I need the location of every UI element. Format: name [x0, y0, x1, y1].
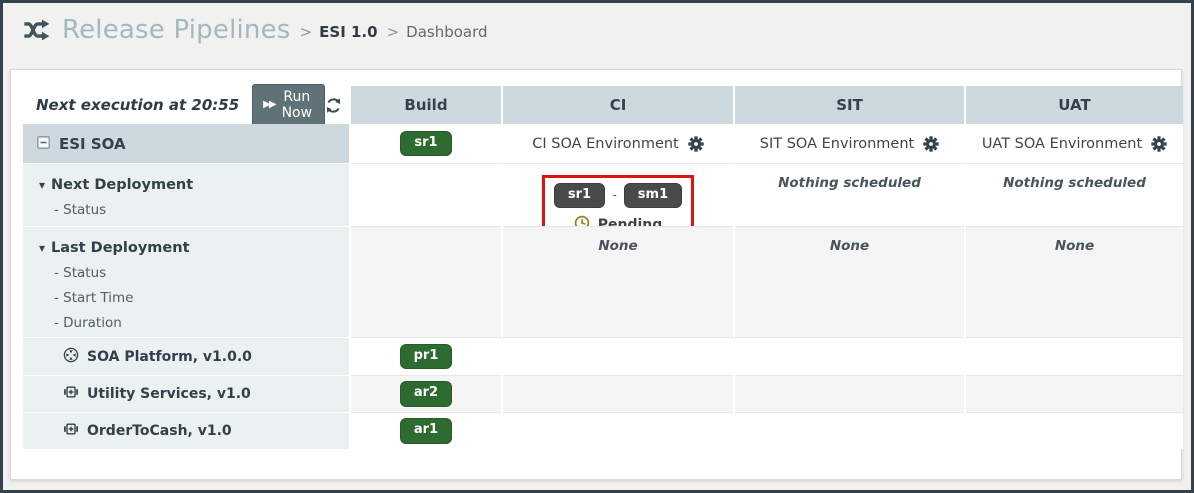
dashboard-card: Next execution at 20:55 ▶▶ Run Now Build… [10, 69, 1182, 480]
next-deployment-row-header: ▾ Next Deployment - Status [23, 163, 349, 226]
empty-cell [503, 412, 733, 449]
artifact-build-cell: ar1 [351, 412, 501, 449]
sub-label-status: - Status [39, 261, 349, 286]
empty-cell [966, 337, 1183, 375]
environment-cell-sit: SIT SOA Environment [735, 124, 964, 163]
sub-label-duration: - Duration [39, 311, 349, 336]
fast-forward-icon: ▶▶ [263, 100, 274, 110]
artifact-row-ordertocash[interactable]: OrderToCash, v1.0 [23, 412, 349, 449]
application-icon [63, 421, 79, 441]
caret-down-icon[interactable]: ▾ [39, 172, 45, 198]
app-header: Release Pipelines > ESI 1.0 > Dashboard [3, 3, 1191, 57]
breadcrumb-separator: > [387, 23, 400, 41]
tag-separator: - [612, 188, 617, 203]
nothing-scheduled-text: Nothing scheduled [778, 175, 921, 191]
release-tag-badge[interactable]: sr1 [400, 131, 451, 156]
run-now-label: Run Now [282, 89, 313, 121]
environment-name: CI SOA Environment [532, 136, 679, 152]
run-now-button[interactable]: ▶▶ Run Now [252, 84, 325, 127]
sub-label-start-time: - Start Time [39, 286, 349, 311]
next-deployment-build-cell [351, 163, 501, 226]
environment-name: SIT SOA Environment [760, 136, 914, 152]
sub-label-status: - Status [39, 198, 349, 223]
artifact-build-cell: pr1 [351, 337, 501, 375]
artifact-name: OrderToCash, v1.0 [87, 423, 232, 439]
from-tag-badge[interactable]: sr1 [554, 183, 605, 208]
artifact-row-soa-platform[interactable]: SOA Platform, v1.0.0 [23, 337, 349, 375]
last-deployment-row-header: ▾ Last Deployment - Status - Start Time -… [23, 226, 349, 337]
gear-icon[interactable] [923, 136, 939, 152]
app-window: Release Pipelines > ESI 1.0 > Dashboard … [0, 0, 1194, 493]
empty-cell [966, 412, 1183, 449]
empty-cell [966, 375, 1183, 412]
breadcrumb-page[interactable]: Dashboard [406, 23, 487, 41]
group-label: Last Deployment [51, 240, 189, 256]
last-deployment-build-cell [351, 226, 501, 337]
empty-cell [735, 337, 964, 375]
gear-icon[interactable] [688, 136, 704, 152]
artifact-build-cell: ar2 [351, 375, 501, 412]
none-text: None [830, 238, 869, 254]
artifact-row-utility-services[interactable]: Utility Services, v1.0 [23, 375, 349, 412]
column-header-sit: SIT [735, 86, 964, 124]
last-deployment-ci-cell: None [503, 226, 733, 337]
next-deployment-ci-cell: sr1 - sm1 Pending [503, 163, 733, 226]
column-header-build: Build [351, 86, 501, 124]
artifact-name: Utility Services, v1.0 [87, 386, 251, 402]
last-deployment-sit-cell: None [735, 226, 964, 337]
release-tag-badge[interactable]: ar2 [400, 381, 452, 406]
empty-cell [503, 375, 733, 412]
release-tag-badge[interactable]: ar1 [400, 418, 452, 443]
nothing-scheduled-text: Nothing scheduled [1003, 175, 1146, 191]
toolbar: Next execution at 20:55 ▶▶ Run Now [23, 86, 349, 124]
platform-icon [63, 347, 79, 367]
none-text: None [598, 238, 637, 254]
gear-icon[interactable] [1151, 136, 1167, 152]
breadcrumb-release[interactable]: ESI 1.0 [319, 23, 377, 41]
last-deployment-uat-cell: None [966, 226, 1183, 337]
collapse-minus-icon[interactable] [37, 135, 50, 153]
next-execution-label: Next execution at 20:55 [36, 96, 239, 114]
shuffle-icon [23, 19, 50, 41]
none-text: None [1055, 238, 1094, 254]
pipeline-row-header[interactable]: ESI SOA [23, 124, 349, 163]
group-label: Next Deployment [51, 177, 193, 193]
empty-cell [503, 337, 733, 375]
column-header-ci: CI [503, 86, 733, 124]
environment-name: UAT SOA Environment [982, 136, 1142, 152]
column-header-uat: UAT [966, 86, 1183, 124]
empty-cell [735, 375, 964, 412]
environment-cell-uat: UAT SOA Environment [966, 124, 1183, 163]
empty-cell [735, 412, 964, 449]
release-tag-badge[interactable]: pr1 [400, 344, 453, 369]
next-deployment-uat-cell: Nothing scheduled [966, 163, 1183, 226]
refresh-icon[interactable] [325, 97, 342, 114]
caret-down-icon[interactable]: ▾ [39, 235, 45, 261]
pipeline-name: ESI SOA [59, 135, 126, 153]
next-deployment-sit-cell: Nothing scheduled [735, 163, 964, 226]
build-tag-cell: sr1 [351, 124, 501, 163]
breadcrumb-separator: > [300, 23, 313, 41]
application-icon [63, 384, 79, 404]
last-deployment-group[interactable]: ▾ Last Deployment [39, 235, 349, 261]
artifact-name: SOA Platform, v1.0.0 [87, 349, 252, 365]
next-deployment-group[interactable]: ▾ Next Deployment [39, 172, 349, 198]
to-tag-badge[interactable]: sm1 [624, 183, 682, 208]
page-title: Release Pipelines [62, 15, 291, 45]
environment-cell-ci: CI SOA Environment [503, 124, 733, 163]
pipeline-table: Next execution at 20:55 ▶▶ Run Now Build… [23, 86, 1183, 449]
